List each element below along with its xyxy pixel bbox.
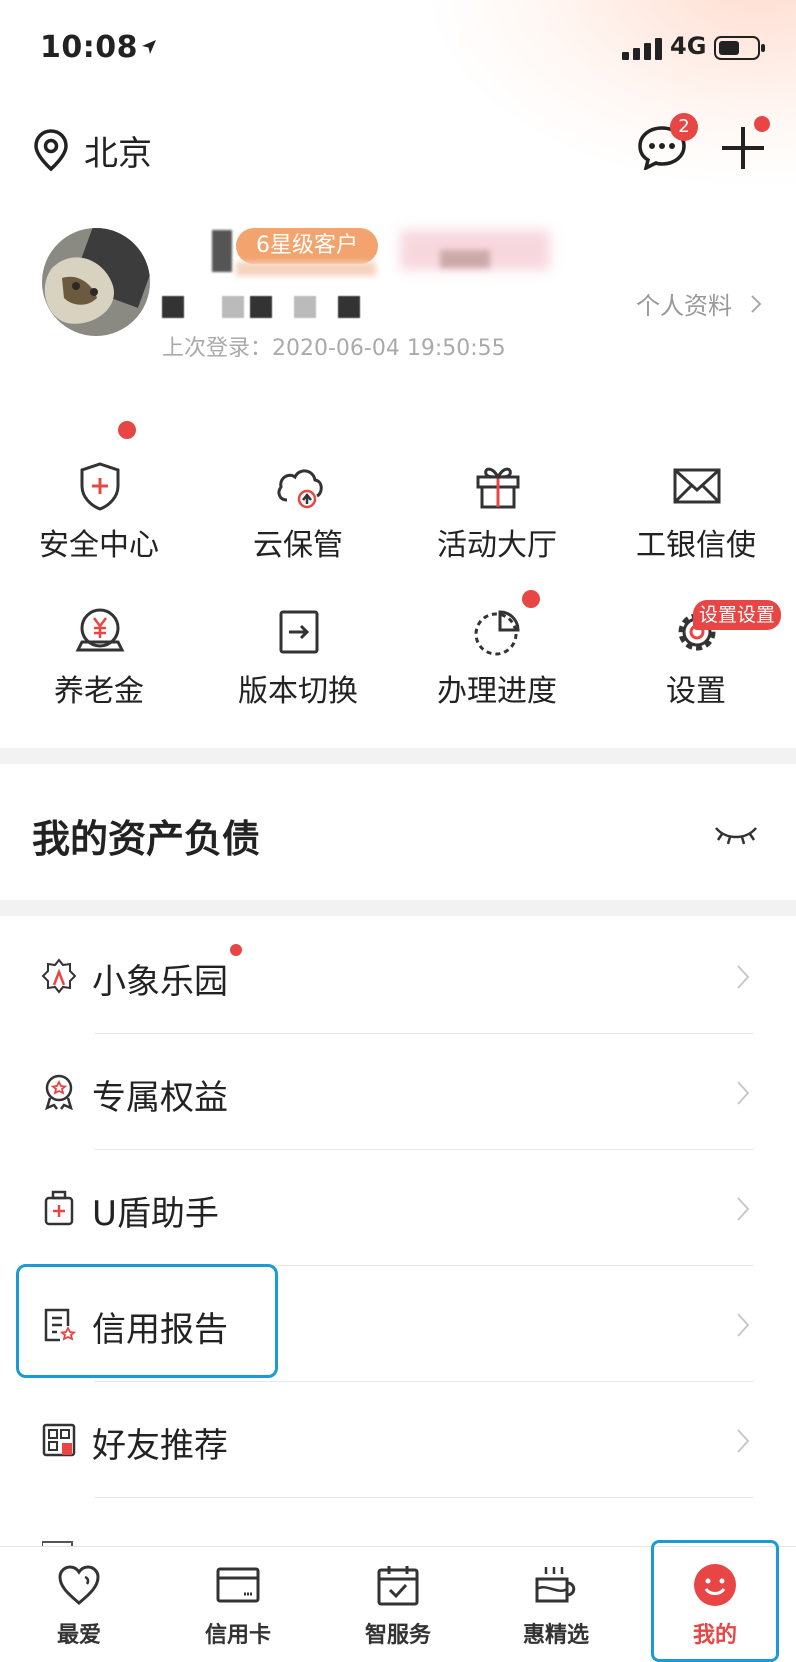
chevron-right-icon xyxy=(751,295,762,313)
cloud-upload-icon xyxy=(277,469,323,509)
shield-plus-icon xyxy=(80,462,120,511)
list-item-label: 小象乐园 xyxy=(92,962,228,1002)
masked-name xyxy=(236,262,376,276)
city-selector[interactable]: 北京 xyxy=(84,126,152,175)
tab-label: 信用卡 xyxy=(204,1623,271,1648)
shortcut-label: 版本切换 xyxy=(238,674,358,709)
chevron-right-icon xyxy=(737,1081,750,1105)
calendar-check-icon xyxy=(377,1566,419,1606)
shortcut-label: 工银信使 xyxy=(636,528,756,563)
masked-name xyxy=(212,230,232,272)
shortcut-label: 设置 xyxy=(666,674,726,709)
shortcut-icbc-messenger[interactable]: 工银信使 xyxy=(597,460,795,590)
add-icon[interactable] xyxy=(720,125,766,171)
masked-account xyxy=(294,296,316,318)
shortcut-label: 办理进度 xyxy=(437,674,557,709)
location-pin-icon[interactable] xyxy=(32,128,70,172)
list-item-friend-referral[interactable]: 好友推荐 xyxy=(0,1382,796,1498)
masked-account xyxy=(250,296,272,318)
chevron-right-icon xyxy=(737,1313,750,1337)
qr-share-icon xyxy=(42,1423,76,1457)
shortcut-cloud-storage[interactable]: 云保管 xyxy=(199,460,397,590)
cellular-signal-icon xyxy=(622,38,662,60)
status-time: 10:08 xyxy=(40,30,138,65)
tab-label: 最爱 xyxy=(56,1623,101,1648)
list-item-label: 好友推荐 xyxy=(92,1426,228,1466)
gift-icon xyxy=(476,467,520,509)
last-login-time: 上次登录：2020-06-04 19:50:55 xyxy=(162,336,506,361)
elephant-icon xyxy=(42,958,76,994)
divider xyxy=(94,1497,754,1498)
cup-icon xyxy=(535,1567,576,1603)
shortcut-label: 云保管 xyxy=(253,528,343,563)
progress-notification-dot xyxy=(522,590,540,608)
message-count-badge: 2 xyxy=(670,113,698,141)
switch-arrow-icon xyxy=(279,610,319,654)
shortcut-label: 活动大厅 xyxy=(437,528,557,563)
shortcut-activity-hall[interactable]: 活动大厅 xyxy=(398,460,596,590)
progress-pie-icon xyxy=(474,610,520,656)
security-notification-dot xyxy=(118,421,136,439)
credit-report-highlight xyxy=(16,1264,278,1378)
credit-card-icon xyxy=(216,1567,260,1603)
section-divider xyxy=(0,900,796,916)
list-item-ukey-assistant[interactable]: U盾助手 xyxy=(0,1150,796,1266)
elephant-park-notification-dot xyxy=(230,944,242,956)
yen-coin-icon xyxy=(75,608,125,652)
masked-account xyxy=(222,296,244,318)
shortcut-progress[interactable]: 办理进度 xyxy=(398,606,596,736)
heart-icon xyxy=(58,1565,100,1605)
shortcut-label: 养老金 xyxy=(54,674,144,709)
chevron-right-icon xyxy=(737,965,750,989)
shortcut-security-center[interactable]: 安全中心 xyxy=(0,460,198,590)
masked-name xyxy=(440,250,490,268)
network-type: 4G xyxy=(670,32,707,60)
customer-level-badge: 6星级客户 xyxy=(236,228,378,264)
tab-deals[interactable]: 惠精选 xyxy=(486,1547,626,1659)
add-notification-dot xyxy=(754,116,770,132)
chevron-right-icon xyxy=(737,1429,750,1453)
battery-icon xyxy=(714,36,765,60)
location-services-icon xyxy=(142,40,156,54)
settings-tag-badge: 设置设置 xyxy=(693,600,782,630)
ribbon-award-icon xyxy=(45,1074,73,1110)
masked-account xyxy=(162,296,184,318)
shortcut-version-switch[interactable]: 版本切换 xyxy=(199,606,397,736)
hide-eye-icon[interactable] xyxy=(714,820,758,846)
list-item-label: U盾助手 xyxy=(92,1194,219,1234)
profile-link[interactable]: 个人资料 xyxy=(636,286,732,321)
avatar[interactable] xyxy=(42,228,150,336)
list-item-label: 专属权益 xyxy=(92,1078,228,1118)
mine-tab-highlight xyxy=(651,1540,779,1662)
list-item-elephant-park[interactable]: 小象乐园 xyxy=(0,918,796,1034)
ukey-icon xyxy=(44,1190,74,1226)
tab-smart-service[interactable]: 智服务 xyxy=(328,1547,468,1659)
envelope-icon xyxy=(673,468,721,504)
tab-favorites[interactable]: 最爱 xyxy=(9,1547,149,1659)
assets-section-title: 我的资产负债 xyxy=(32,817,261,861)
chevron-right-icon xyxy=(737,1197,750,1221)
shortcut-label: 安全中心 xyxy=(39,528,159,563)
section-divider xyxy=(0,748,796,764)
tab-label: 智服务 xyxy=(364,1623,431,1648)
shortcut-pension[interactable]: 养老金 xyxy=(0,606,198,736)
tab-label: 惠精选 xyxy=(522,1623,589,1648)
masked-account xyxy=(338,296,360,318)
list-item-exclusive-benefits[interactable]: 专属权益 xyxy=(0,1034,796,1150)
tab-credit-card[interactable]: 信用卡 xyxy=(168,1547,308,1659)
